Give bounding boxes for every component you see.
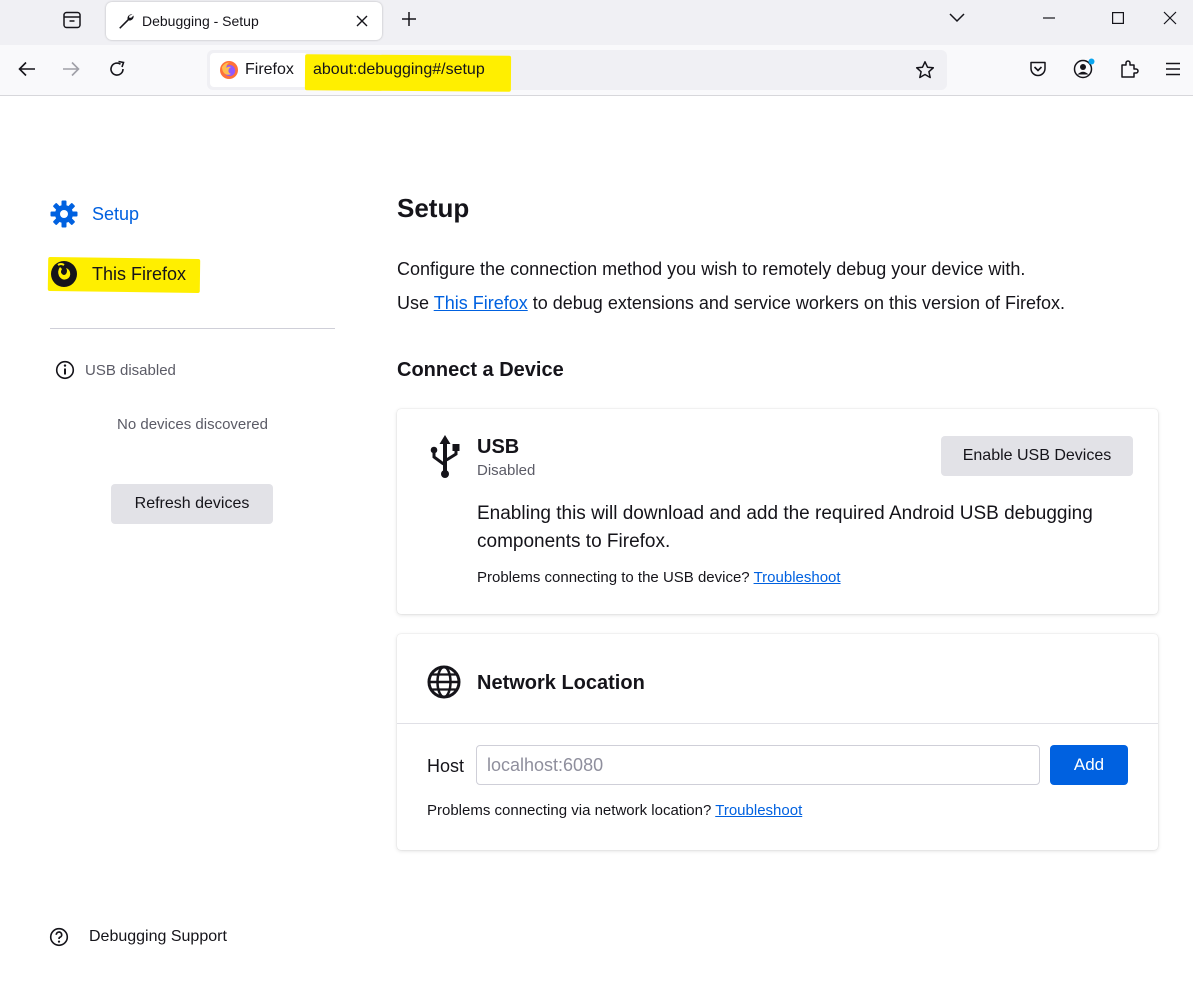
forward-button[interactable] — [55, 53, 87, 85]
identity-label: Firefox — [245, 61, 294, 78]
usb-card: USB Disabled Enable USB Devices Enabling… — [397, 409, 1158, 614]
new-tab-button[interactable] — [394, 5, 424, 33]
host-label: Host — [427, 756, 465, 776]
tab-debugging-setup[interactable]: Debugging - Setup — [106, 2, 382, 40]
star-icon — [915, 61, 935, 79]
network-location-title: Network Location — [477, 672, 645, 694]
close-icon — [1163, 11, 1177, 25]
account-button[interactable] — [1068, 53, 1100, 85]
hamburger-menu-icon — [1166, 62, 1180, 76]
tab-title: Debugging - Setup — [142, 13, 259, 29]
network-troubleshoot-link[interactable]: Troubleshoot — [715, 802, 802, 819]
connect-device-title: Connect a Device — [397, 359, 564, 381]
usb-description: Enabling this will download and add the … — [477, 503, 1093, 552]
url-text[interactable]: about:debugging#/setup — [307, 54, 491, 86]
gear-icon — [50, 200, 78, 228]
extensions-button[interactable] — [1113, 53, 1145, 85]
maximize-icon — [1112, 12, 1124, 24]
site-identity-button[interactable]: Firefox — [210, 53, 308, 87]
intro-text: Configure the connection method you wish… — [397, 259, 1026, 279]
usb-help-label: Problems connecting to the USB device? — [477, 569, 750, 586]
network-help-label: Problems connecting via network location… — [427, 802, 712, 819]
url-bar[interactable]: Firefox about:debugging#/setup — [207, 50, 947, 92]
puzzle-icon — [1121, 60, 1139, 78]
enable-usb-devices-button[interactable]: Enable USB Devices — [941, 436, 1133, 476]
navigation-toolbar: Firefox about:debugging#/setup — [0, 45, 1193, 96]
host-input[interactable] — [476, 745, 1040, 785]
network-help-text: Problems connecting via network location… — [427, 802, 802, 819]
close-tab-button[interactable] — [348, 7, 376, 35]
network-location-card: Network Location Host Add Problems conne… — [397, 634, 1158, 850]
arrow-right-icon — [63, 61, 80, 77]
firefox-view-button[interactable] — [52, 4, 92, 36]
sidebar-item-this-firefox[interactable]: This Firefox — [49, 256, 186, 292]
intro-use-text: Use — [397, 293, 430, 313]
usb-icon — [430, 435, 460, 478]
refresh-devices-button[interactable]: Refresh devices — [111, 484, 273, 524]
app-menu-button[interactable] — [1157, 53, 1189, 85]
sidebar-divider — [50, 328, 335, 329]
arrow-left-icon — [18, 61, 35, 77]
help-icon — [49, 927, 69, 947]
plus-icon — [402, 12, 416, 26]
globe-icon — [427, 665, 461, 699]
no-devices-message: No devices discovered — [117, 416, 268, 433]
wrench-icon — [116, 11, 136, 31]
minimize-icon — [1043, 17, 1055, 19]
info-icon — [55, 360, 75, 380]
intro-text-this-firefox: Use This Firefox to debug extensions and… — [397, 293, 1065, 314]
back-button[interactable] — [11, 53, 43, 85]
debugging-support-label: Debugging Support — [89, 928, 227, 945]
usb-title: USB — [477, 436, 520, 458]
close-icon — [356, 15, 368, 27]
usb-help-text: Problems connecting to the USB device? T… — [477, 569, 841, 586]
usb-status-label: USB disabled — [85, 361, 176, 379]
reload-icon — [110, 60, 125, 76]
firefox-logo-icon — [51, 261, 77, 287]
usb-troubleshoot-link[interactable]: Troubleshoot — [754, 569, 841, 586]
usb-status: USB disabled — [55, 360, 176, 380]
page-title: Setup — [397, 193, 470, 223]
reload-button[interactable] — [101, 53, 133, 85]
firefox-logo-icon — [220, 61, 238, 79]
pocket-icon — [1030, 61, 1046, 77]
debugging-support-link[interactable]: Debugging Support — [49, 927, 227, 947]
intro-rest-text: to debug extensions and service workers … — [532, 293, 1066, 313]
tab-bar: Debugging - Setup — [0, 0, 1193, 45]
sidebar-item-label: Setup — [92, 203, 140, 224]
chevron-down-icon — [949, 13, 965, 23]
pocket-button[interactable] — [1022, 53, 1054, 85]
sidebar-item-label: This Firefox — [92, 263, 187, 284]
maximize-button[interactable] — [1095, 0, 1141, 36]
list-all-tabs-button[interactable] — [934, 0, 980, 36]
add-network-location-button[interactable]: Add — [1050, 745, 1128, 785]
this-firefox-link[interactable]: This Firefox — [434, 293, 528, 313]
minimize-button[interactable] — [1026, 0, 1072, 36]
sidebar-item-setup[interactable]: Setup — [49, 196, 139, 232]
close-window-button[interactable] — [1147, 0, 1193, 36]
bookmark-star-button[interactable] — [909, 54, 941, 86]
network-card-divider — [397, 723, 1158, 724]
firefox-view-icon — [63, 11, 81, 29]
usb-status-text: Disabled — [477, 462, 536, 479]
account-icon — [1073, 58, 1095, 79]
